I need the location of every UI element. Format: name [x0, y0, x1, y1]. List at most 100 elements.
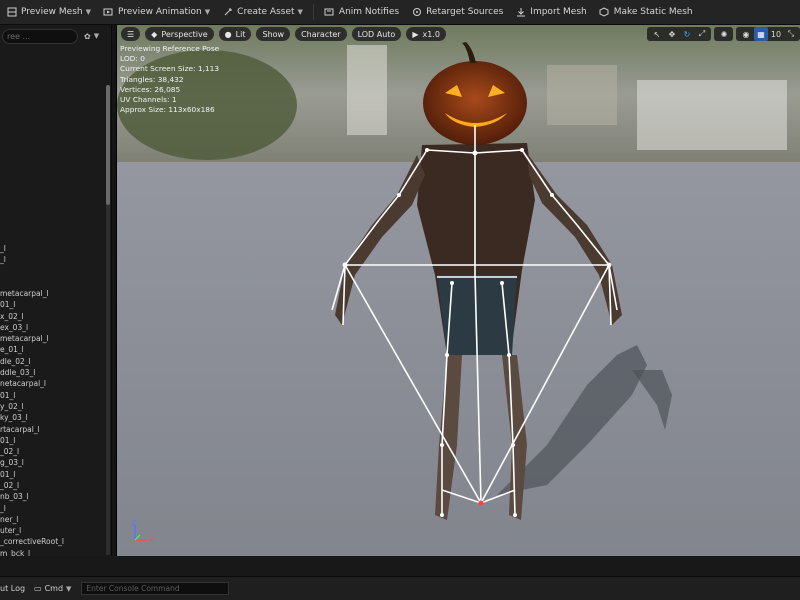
- bone-row[interactable]: g_03_l: [0, 457, 108, 468]
- bone-row[interactable]: e_01_l: [0, 344, 108, 355]
- lit-sphere-icon: ●: [224, 29, 232, 39]
- bone-row[interactable]: [0, 152, 108, 163]
- bone-row[interactable]: [0, 198, 108, 209]
- bone-row[interactable]: [0, 164, 108, 175]
- bone-row[interactable]: rtacarpal_l: [0, 424, 108, 435]
- lit-button[interactable]: ● Lit: [218, 27, 252, 41]
- axis-gizmo: Z X: [132, 520, 153, 544]
- character-button[interactable]: Character: [295, 27, 347, 41]
- tree-scrollbar-thumb[interactable]: [106, 85, 110, 205]
- skeleton-search-input[interactable]: ree ...: [2, 28, 78, 44]
- skeleton-tree-panel: ree ... ✿ ▼ _l _l metacarpal_l 01_l x_02_l ex_…: [0, 25, 112, 576]
- bone-row[interactable]: [0, 265, 108, 276]
- preview-animation-button[interactable]: Preview Animation ▼: [97, 0, 216, 25]
- building-blur: [637, 80, 787, 150]
- bone-row[interactable]: x_02_l: [0, 311, 108, 322]
- preview-mesh-button[interactable]: Preview Mesh ▼: [0, 0, 97, 25]
- mesh-icon: [6, 7, 17, 18]
- maximize-icon[interactable]: ⤡: [784, 27, 798, 41]
- create-asset-button[interactable]: Create Asset ▼: [216, 0, 309, 25]
- surface-snap-icon[interactable]: ◉: [739, 27, 753, 41]
- output-log-button[interactable]: ut Log: [0, 584, 30, 593]
- cmd-dropdown[interactable]: ▭ Cmd ▼: [34, 584, 71, 593]
- bone-row[interactable]: netacarpal_l: [0, 378, 108, 389]
- drawer-strip: [0, 556, 800, 576]
- bone-row[interactable]: _l: [0, 243, 108, 254]
- stat-line: UV Channels: 1: [120, 95, 177, 105]
- select-icon[interactable]: ↖: [650, 27, 664, 41]
- show-button[interactable]: Show: [256, 27, 291, 41]
- bone-row[interactable]: [0, 118, 108, 129]
- bone-row[interactable]: _02_l: [0, 480, 108, 491]
- move-icon[interactable]: ✥: [665, 27, 679, 41]
- tree-settings-button[interactable]: ✿ ▼: [84, 32, 99, 41]
- asset-toolbar: Preview Mesh ▼ Preview Animation ▼ Create …: [0, 0, 800, 25]
- bone-row[interactable]: metacarpal_l: [0, 288, 108, 299]
- bone-row[interactable]: _02_l: [0, 446, 108, 457]
- transform-group: ↖ ✥ ↻ ⤢: [647, 27, 711, 41]
- chevron-down-icon: ▼: [85, 8, 91, 16]
- bone-row[interactable]: ddle_03_l: [0, 367, 108, 378]
- bone-row[interactable]: y_02_l: [0, 401, 108, 412]
- bone-row[interactable]: 01_l: [0, 435, 108, 446]
- space-group: ✺: [714, 27, 733, 41]
- bone-row[interactable]: _l: [0, 254, 108, 265]
- rotate-icon[interactable]: ↻: [680, 27, 694, 41]
- stat-line: Current Screen Size: 1,113: [120, 64, 220, 74]
- bone-row[interactable]: [0, 175, 108, 186]
- grid-snap-size[interactable]: 10: [769, 27, 783, 41]
- viewport-transform-tools: ↖ ✥ ↻ ⤢ ✺ ◉ ▦ 10 ⤡: [644, 27, 800, 41]
- building-blur: [547, 65, 617, 125]
- grid-snap-icon[interactable]: ▦: [754, 27, 768, 41]
- animation-icon: [103, 7, 114, 18]
- lod-button[interactable]: LOD Auto: [351, 27, 402, 41]
- perspective-button[interactable]: ◆ Perspective: [145, 27, 214, 41]
- persona-editor: Preview Mesh ▼ Preview Animation ▼ Create …: [0, 0, 800, 600]
- bone-row[interactable]: metacarpal_l: [0, 333, 108, 344]
- bone-row[interactable]: _correctiveRoot_l: [0, 536, 108, 547]
- viewport-options-button[interactable]: ☰: [121, 27, 141, 41]
- play-icon: ▶: [412, 29, 419, 39]
- anim-notifies-button[interactable]: Anim Notifies: [318, 0, 405, 25]
- bone-row[interactable]: ex_03_l: [0, 322, 108, 333]
- bone-list: _l _l metacarpal_l 01_l x_02_l ex_03_l metacar…: [0, 62, 108, 576]
- scale-icon[interactable]: ⤢: [695, 27, 709, 41]
- play-rate-button[interactable]: ▶ x1.0: [406, 27, 446, 41]
- skeleton-search-row: ree ... ✿ ▼: [0, 25, 111, 47]
- world-local-icon[interactable]: ✺: [717, 27, 731, 41]
- import-icon: [515, 7, 526, 18]
- preview-viewport[interactable]: ☰ ◆ Perspective ● Lit Show Character LOD A…: [116, 25, 800, 556]
- bone-row[interactable]: [0, 141, 108, 152]
- bone-row[interactable]: ner_l: [0, 514, 108, 525]
- bone-row[interactable]: ky_03_l: [0, 412, 108, 423]
- status-bar: ut Log ▭ Cmd ▼ Enter Console Command: [0, 576, 800, 600]
- viewport-scene: [117, 25, 800, 556]
- bone-row[interactable]: [0, 62, 108, 73]
- bone-row[interactable]: [0, 209, 108, 220]
- bone-row[interactable]: 01_l: [0, 469, 108, 480]
- bone-row[interactable]: dle_02_l: [0, 356, 108, 367]
- hamburger-icon: ☰: [127, 29, 135, 39]
- bone-row[interactable]: 01_l: [0, 390, 108, 401]
- make-static-mesh-button[interactable]: Make Static Mesh: [593, 0, 699, 25]
- retarget-icon: [411, 7, 422, 18]
- bone-row[interactable]: 01_l: [0, 299, 108, 310]
- bone-row[interactable]: [0, 96, 108, 107]
- bone-row[interactable]: [0, 231, 108, 242]
- bone-row[interactable]: [0, 277, 108, 288]
- console-input[interactable]: Enter Console Command: [81, 582, 230, 595]
- x-axis-label: X: [149, 537, 153, 544]
- bone-row[interactable]: [0, 130, 108, 141]
- bone-row[interactable]: nb_03_l: [0, 491, 108, 502]
- bone-row[interactable]: [0, 220, 108, 231]
- z-axis-label: Z: [132, 520, 136, 527]
- bone-row[interactable]: uter_l: [0, 525, 108, 536]
- bone-row[interactable]: [0, 73, 108, 84]
- building-blur: [347, 45, 387, 135]
- bone-row[interactable]: _l: [0, 503, 108, 514]
- retarget-sources-button[interactable]: Retarget Sources: [405, 0, 509, 25]
- bone-row[interactable]: [0, 85, 108, 96]
- bone-row[interactable]: [0, 107, 108, 118]
- bone-row[interactable]: [0, 186, 108, 197]
- import-mesh-button[interactable]: Import Mesh: [509, 0, 592, 25]
